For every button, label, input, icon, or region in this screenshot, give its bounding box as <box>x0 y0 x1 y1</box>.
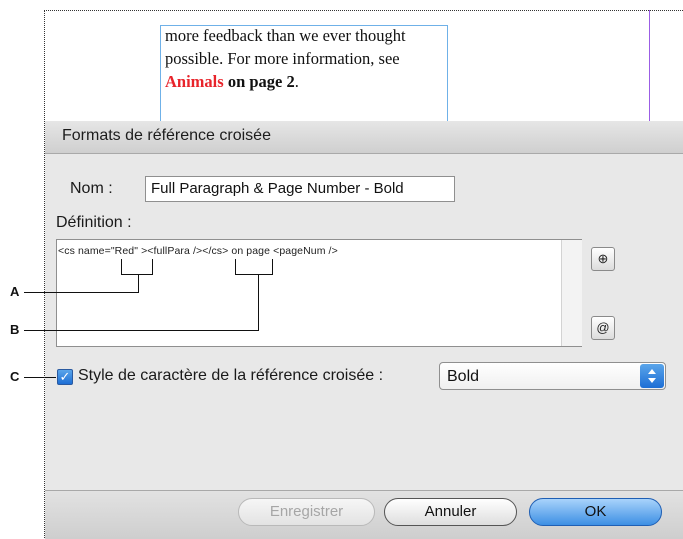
callout-b-bracket-left <box>235 259 236 275</box>
callout-c: C <box>10 369 20 384</box>
definition-label: Définition : <box>56 214 132 231</box>
callout-b: B <box>10 322 20 337</box>
char-style-label: Style de caractère de la référence crois… <box>78 367 384 384</box>
doc-line-3: Animals on page 2. <box>165 72 299 92</box>
callout-a-bracket-stem <box>138 274 139 293</box>
char-style-checkbox[interactable]: ✓ <box>57 369 73 385</box>
insert-block-icon: ⊕ <box>597 251 609 266</box>
char-style-select-value: Bold <box>447 368 480 385</box>
insert-building-block-button[interactable]: ⊕ <box>591 247 615 271</box>
name-field[interactable]: Full Paragraph & Page Number - Bold <box>145 176 455 202</box>
callout-a-bracket-right <box>152 259 153 275</box>
insert-special-character-button[interactable]: @ <box>591 316 615 340</box>
doc-line-2: possible. For more information, see <box>165 49 400 68</box>
column-guide <box>649 10 650 123</box>
definition-scrollbar[interactable] <box>561 240 582 346</box>
dialog-title: Formats de référence croisée <box>62 127 271 144</box>
definition-text: <cs name="Red" ><fullPara /></cs> on pag… <box>58 245 338 257</box>
callout-c-line <box>24 377 56 378</box>
updown-arrows-icon[interactable] <box>640 364 664 388</box>
callout-b-bracket-right <box>272 259 273 275</box>
callout-b-bracket-stem <box>258 274 259 331</box>
save-button[interactable]: Enregistrer <box>238 498 375 526</box>
name-label: Nom : <box>70 180 113 197</box>
xref-bold-text[interactable]: on page 2 <box>224 72 295 91</box>
ok-button[interactable]: OK <box>529 498 662 526</box>
callout-a-line <box>24 292 139 293</box>
page-top-guide <box>44 10 683 11</box>
callout-a-bracket-bottom <box>121 274 153 275</box>
doc-line-1: more feedback than we ever thought <box>165 26 406 45</box>
callout-b-line <box>24 330 259 331</box>
xref-red-text[interactable]: Animals <box>165 72 224 91</box>
at-sign-icon: @ <box>596 320 610 335</box>
doc-period: . <box>294 72 299 91</box>
callout-a-bracket-left <box>121 259 122 275</box>
callout-b-bracket-bottom <box>235 274 273 275</box>
callout-a: A <box>10 284 20 299</box>
cancel-button[interactable]: Annuler <box>384 498 517 526</box>
checkmark-icon: ✓ <box>59 369 71 384</box>
